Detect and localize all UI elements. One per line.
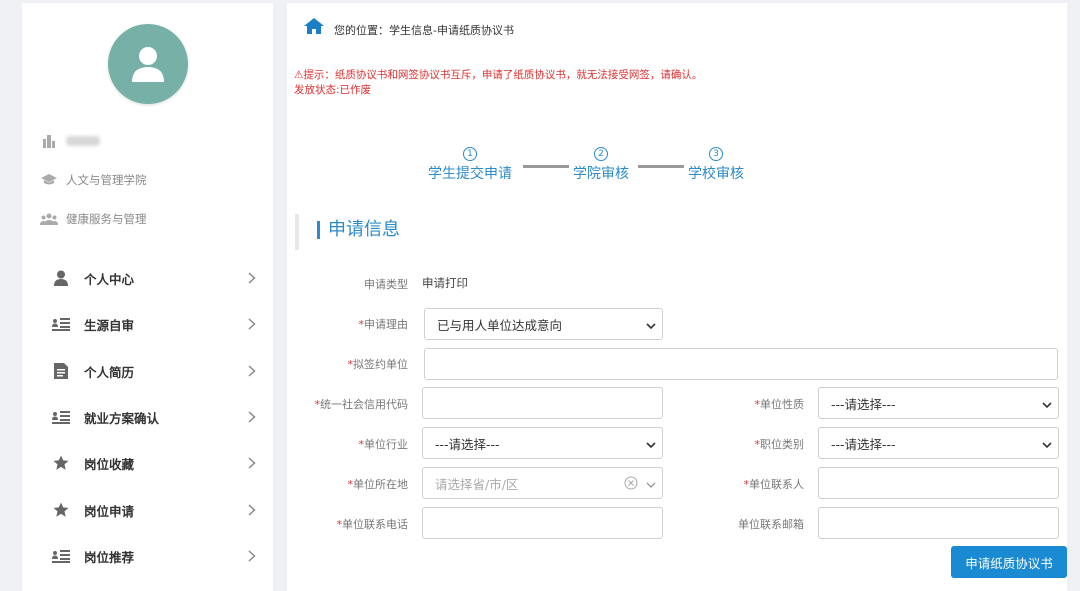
college-name: 人文与管理学院 (66, 173, 147, 187)
email-label: 单位联系邮箱 (738, 518, 804, 531)
step-1: 1 学生提交申请 (428, 147, 512, 183)
chevron-right-icon (248, 362, 256, 381)
reason-select[interactable]: 已与用人单位达成意向 (424, 308, 663, 340)
home-icon[interactable] (304, 18, 324, 38)
phone-label: *单位联系电话 (336, 518, 409, 531)
submit-button[interactable]: 申请纸质协议书 (951, 546, 1067, 578)
apply-type-value: 申请打印 (422, 276, 468, 290)
step-connector (638, 165, 684, 168)
industry-select[interactable]: ---请选择--- (422, 427, 663, 459)
sidebar: 人文与管理学院 健康服务与管理 个人中心 生源自审 个人简历 就业方案确认 岗位… (22, 3, 273, 591)
step-3: 3 学校审核 (688, 147, 744, 183)
job-type-select[interactable]: ---请选择--- (818, 427, 1059, 459)
menu-item-job-recommendations[interactable]: 岗位推荐 (22, 538, 273, 574)
menu-item-resume[interactable]: 个人简历 (22, 353, 273, 389)
unit-input[interactable] (424, 348, 1058, 380)
menu-label: 生源自审 (84, 317, 135, 333)
industry-label: *单位行业 (358, 438, 409, 451)
section-title: 申请信息 (317, 221, 400, 239)
contact-input[interactable] (818, 467, 1059, 499)
chevron-down-icon (1042, 438, 1052, 453)
menu-item-job-applications[interactable]: 岗位申请 (22, 492, 273, 528)
menu-label: 岗位申请 (84, 503, 135, 519)
chevron-down-icon (646, 478, 656, 493)
section-header-bar (295, 214, 1065, 250)
graduation-cap-icon (40, 174, 58, 186)
college-row: 人文与管理学院 (40, 172, 147, 188)
star-icon (52, 502, 70, 518)
breadcrumb-text: 您的位置：学生信息-申请纸质协议书 (334, 24, 514, 37)
chevron-down-icon (1042, 398, 1052, 413)
chevron-down-icon (646, 319, 656, 334)
major-row: 健康服务与管理 (40, 211, 147, 227)
notice-tip: ⚠提示：纸质协议书和网签协议书互斥，申请了纸质协议书，就无法接受网签，请确认。 (294, 69, 703, 81)
location-label: *单位所在地 (347, 478, 409, 491)
job-type-label: *职位类别 (754, 438, 805, 451)
step-number: 3 (709, 147, 723, 161)
building-icon (40, 134, 58, 148)
location-cascader[interactable]: 请选择省/市/区 (422, 467, 663, 499)
unit-label: *拟签约单位 (347, 358, 409, 371)
list-card-icon (52, 549, 70, 563)
menu-item-employment-plan[interactable]: 就业方案确认 (22, 399, 273, 435)
chevron-right-icon (248, 547, 256, 566)
user-icon (52, 270, 70, 286)
apply-type-label: 申请类型 (364, 278, 408, 291)
chevron-right-icon (248, 408, 256, 427)
menu-label: 岗位收藏 (84, 456, 135, 472)
notice: ⚠提示：纸质协议书和网签协议书互斥，申请了纸质协议书，就无法接受网签，请确认。 … (294, 68, 702, 98)
notice-status: 发放状态:已作废 (294, 84, 372, 96)
menu-item-personal-center[interactable]: 个人中心 (22, 260, 273, 296)
chevron-right-icon (248, 454, 256, 473)
clear-icon[interactable] (624, 476, 638, 493)
main-panel: 您的位置：学生信息-申请纸质协议书 ⚠提示：纸质协议书和网签协议书互斥，申请了纸… (287, 3, 1067, 591)
chevron-down-icon (646, 438, 656, 453)
step-label: 学生提交申请 (428, 166, 512, 182)
step-connector (523, 165, 569, 168)
menu-item-source-review[interactable]: 生源自审 (22, 306, 273, 342)
step-number: 2 (594, 147, 608, 161)
reason-label: *申请理由 (358, 318, 409, 331)
document-icon (52, 363, 70, 379)
group-icon (40, 213, 58, 225)
phone-input[interactable] (422, 507, 663, 539)
major-name: 健康服务与管理 (66, 212, 147, 226)
email-input[interactable] (818, 507, 1059, 539)
nature-select[interactable]: ---请选择--- (818, 387, 1059, 419)
menu-item-job-favorites[interactable]: 岗位收藏 (22, 445, 273, 481)
user-silhouette-icon (132, 47, 164, 82)
step-2: 2 学院审核 (573, 147, 629, 183)
avatar[interactable] (108, 24, 188, 104)
star-icon (52, 455, 70, 471)
step-label: 学校审核 (688, 166, 744, 182)
chevron-right-icon (248, 269, 256, 288)
menu-label: 岗位推荐 (84, 549, 135, 565)
step-number: 1 (463, 147, 477, 161)
nature-label: *单位性质 (754, 398, 805, 411)
credit-code-label: *统一社会信用代码 (314, 398, 409, 411)
list-card-icon (52, 410, 70, 424)
breadcrumb: 您的位置：学生信息-申请纸质协议书 (304, 18, 514, 38)
school-row (40, 134, 100, 148)
school-name-redacted (66, 136, 100, 146)
menu-label: 就业方案确认 (84, 410, 160, 426)
contact-label: *单位联系人 (743, 478, 805, 491)
menu-label: 个人简历 (84, 364, 135, 380)
list-card-icon (52, 317, 70, 331)
chevron-right-icon (248, 501, 256, 520)
chevron-right-icon (248, 315, 256, 334)
credit-code-input[interactable] (422, 387, 663, 419)
menu-label: 个人中心 (84, 271, 135, 287)
step-label: 学院审核 (573, 166, 629, 182)
